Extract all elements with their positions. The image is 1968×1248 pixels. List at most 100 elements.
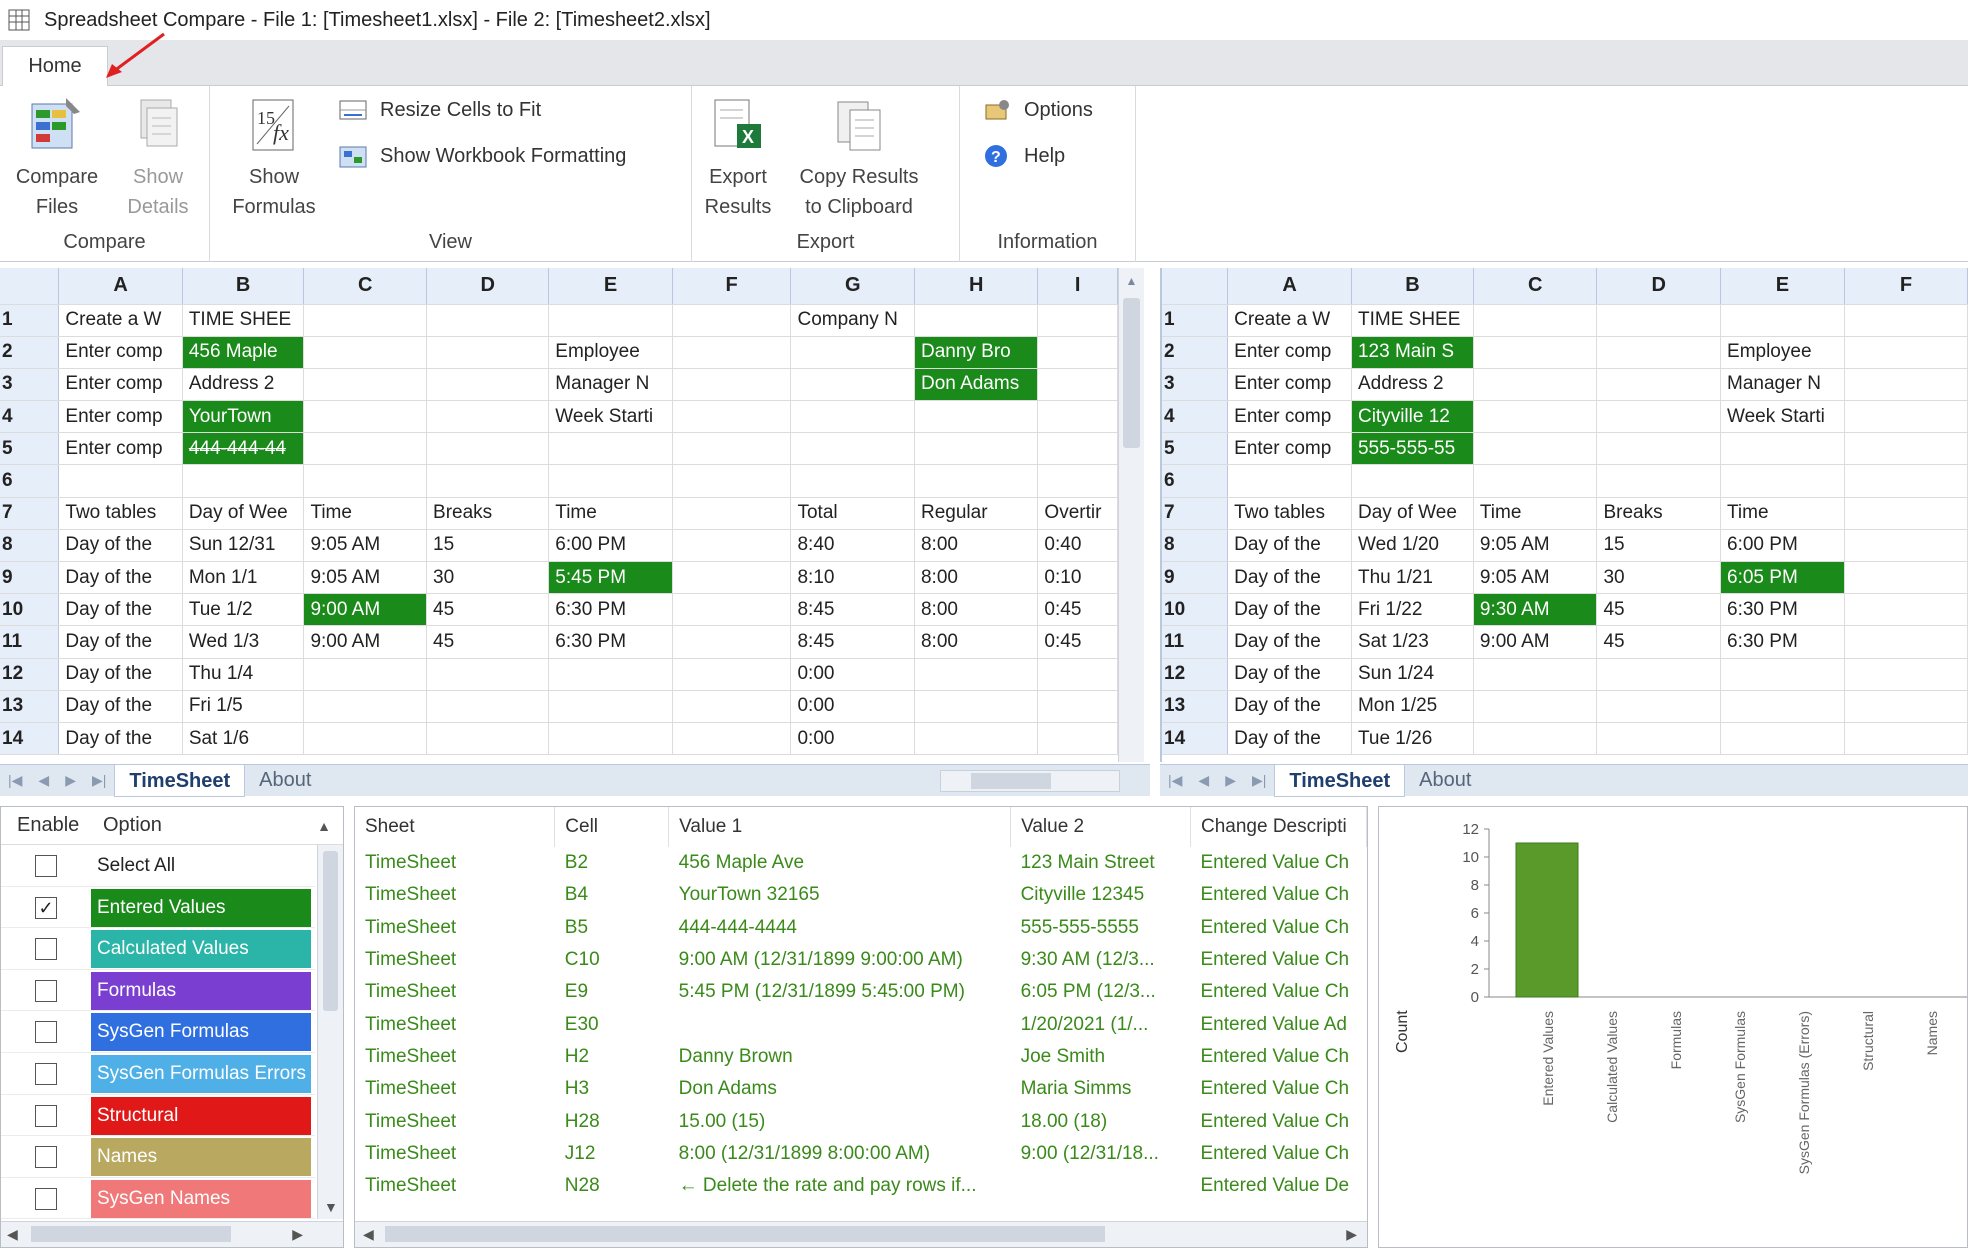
results-column-header[interactable]: Value 2 bbox=[1010, 807, 1191, 847]
cell-C5[interactable] bbox=[303, 432, 428, 466]
cell-B1[interactable]: TIME SHEE bbox=[182, 304, 305, 337]
cell-I13[interactable] bbox=[1037, 690, 1118, 723]
cell-B8[interactable]: Sun 12/31 bbox=[182, 529, 305, 563]
cell-C4[interactable] bbox=[303, 400, 428, 434]
cell-E5[interactable] bbox=[548, 432, 673, 466]
cell-A8[interactable]: Day of the bbox=[58, 529, 183, 563]
cell-E3[interactable]: Manager N bbox=[548, 368, 673, 402]
cell-B1[interactable]: TIME SHEE bbox=[1351, 304, 1474, 337]
row-number[interactable]: 12 bbox=[1162, 658, 1229, 691]
cell-C12[interactable] bbox=[303, 658, 428, 691]
option-label[interactable]: Structural bbox=[91, 1096, 311, 1135]
cell-H10[interactable]: 8:00 bbox=[914, 593, 1039, 627]
option-checkbox[interactable] bbox=[35, 979, 57, 1002]
row-number[interactable]: 5 bbox=[0, 432, 60, 466]
column-header-I[interactable]: I bbox=[1037, 268, 1118, 305]
cell-D10[interactable]: 45 bbox=[426, 593, 550, 627]
left-horizontal-scrollbar[interactable] bbox=[940, 769, 1120, 792]
results-column-header[interactable]: Sheet bbox=[355, 807, 556, 847]
option-label[interactable]: Select All bbox=[91, 847, 311, 885]
column-header-D[interactable]: D bbox=[1596, 268, 1722, 305]
cell-B5[interactable]: 555-555-55 bbox=[1351, 432, 1474, 466]
cell-B8[interactable]: Wed 1/20 bbox=[1351, 529, 1474, 563]
cell-C8[interactable]: 9:05 AM bbox=[1473, 529, 1598, 563]
option-label[interactable]: Formulas bbox=[91, 971, 311, 1010]
cell-D9[interactable]: 30 bbox=[1596, 561, 1722, 595]
cell-A14[interactable]: Day of the bbox=[1227, 722, 1352, 756]
cell-A8[interactable]: Day of the bbox=[1227, 529, 1352, 563]
cell-C3[interactable] bbox=[1473, 368, 1598, 402]
row-number[interactable]: 10 bbox=[0, 593, 60, 627]
scroll-thumb[interactable] bbox=[1123, 298, 1140, 448]
row-number[interactable]: 2 bbox=[0, 336, 60, 369]
cell-F13[interactable] bbox=[1844, 690, 1968, 723]
cell-D1[interactable] bbox=[426, 304, 550, 337]
row-number[interactable]: 6 bbox=[0, 464, 60, 498]
column-header-A[interactable]: A bbox=[58, 268, 183, 305]
cell-G4[interactable] bbox=[790, 400, 915, 434]
cell-B2[interactable]: 123 Main S bbox=[1351, 336, 1474, 369]
cell-H6[interactable] bbox=[914, 464, 1039, 498]
tab-timesheet-right[interactable]: TimeSheet bbox=[1274, 764, 1406, 797]
first-sheet-icon[interactable]: |◀ bbox=[8, 772, 22, 789]
cell-A9[interactable]: Day of the bbox=[58, 561, 183, 595]
cell-E14[interactable] bbox=[1720, 722, 1845, 756]
cell-I14[interactable] bbox=[1037, 722, 1118, 756]
cell-B9[interactable]: Mon 1/1 bbox=[182, 561, 305, 595]
cell-F12[interactable] bbox=[672, 658, 792, 691]
cell-A2[interactable]: Enter comp bbox=[58, 336, 183, 369]
cell-A12[interactable]: Day of the bbox=[1227, 658, 1352, 691]
cell-D13[interactable] bbox=[1596, 690, 1722, 723]
results-row[interactable]: TimeSheet E9 5:45 PM (12/31/1899 5:45:00 P… bbox=[355, 976, 1367, 1008]
results-column-header[interactable]: Change Descripti bbox=[1190, 807, 1367, 847]
cell-D1[interactable] bbox=[1596, 304, 1722, 337]
cell-I10[interactable]: 0:45 bbox=[1037, 593, 1118, 627]
cell-G6[interactable] bbox=[790, 464, 915, 498]
cell-C1[interactable] bbox=[303, 304, 428, 337]
options-vertical-scrollbar[interactable]: ▼ bbox=[317, 845, 343, 1219]
cell-H1[interactable] bbox=[914, 304, 1039, 337]
cell-F2[interactable] bbox=[672, 336, 792, 369]
cell-F9[interactable] bbox=[1844, 561, 1968, 595]
cell-H13[interactable] bbox=[914, 690, 1039, 723]
cell-B2[interactable]: 456 Maple bbox=[182, 336, 305, 369]
option-checkbox[interactable]: ✓ bbox=[35, 896, 57, 919]
prev-sheet-icon-right[interactable]: ◀ bbox=[1198, 772, 1209, 789]
scroll-down-icon[interactable]: ▼ bbox=[324, 1199, 338, 1215]
cell-G5[interactable] bbox=[790, 432, 915, 466]
row-number[interactable]: 7 bbox=[0, 497, 60, 530]
cell-D7[interactable]: Breaks bbox=[1596, 497, 1722, 530]
option-label[interactable]: SysGen Formulas Errors bbox=[91, 1054, 311, 1093]
cell-A12[interactable]: Day of the bbox=[58, 658, 183, 691]
show-formulas-button[interactable]: 15 fx Show Formulas bbox=[224, 94, 324, 222]
cell-H9[interactable]: 8:00 bbox=[914, 561, 1039, 595]
column-header-F[interactable]: F bbox=[1844, 268, 1968, 305]
cell-I11[interactable]: 0:45 bbox=[1037, 625, 1118, 659]
cell-H5[interactable] bbox=[914, 432, 1039, 466]
cell-E7[interactable]: Time bbox=[1720, 497, 1845, 530]
row-number[interactable]: 8 bbox=[0, 529, 60, 563]
cell-A9[interactable]: Day of the bbox=[1227, 561, 1352, 595]
cell-B14[interactable]: Sat 1/6 bbox=[182, 722, 305, 756]
cell-C7[interactable]: Time bbox=[1473, 497, 1598, 530]
results-row[interactable]: TimeSheet H28 15.00 (15) 18.00 (18) Entered … bbox=[355, 1105, 1367, 1137]
option-checkbox[interactable] bbox=[35, 1187, 57, 1210]
first-sheet-icon-right[interactable]: |◀ bbox=[1168, 772, 1182, 789]
cell-F14[interactable] bbox=[672, 722, 792, 756]
results-horizontal-scrollbar[interactable]: ◀ ▶ bbox=[355, 1221, 1367, 1247]
cell-B10[interactable]: Tue 1/2 bbox=[182, 593, 305, 627]
results-row[interactable]: TimeSheet B2 456 Maple Ave 123 Main Street E… bbox=[355, 847, 1367, 879]
cell-F1[interactable] bbox=[1844, 304, 1968, 337]
option-checkbox[interactable] bbox=[35, 938, 57, 961]
column-header-E[interactable]: E bbox=[1720, 268, 1845, 305]
column-header-C[interactable]: C bbox=[303, 268, 428, 305]
cell-E6[interactable] bbox=[548, 464, 673, 498]
row-number[interactable]: 13 bbox=[0, 690, 60, 723]
cell-I5[interactable] bbox=[1037, 432, 1118, 466]
column-header-E[interactable]: E bbox=[548, 268, 673, 305]
cell-B9[interactable]: Thu 1/21 bbox=[1351, 561, 1474, 595]
cell-C13[interactable] bbox=[303, 690, 428, 723]
column-header-D[interactable]: D bbox=[426, 268, 550, 305]
cell-C4[interactable] bbox=[1473, 400, 1598, 434]
cell-F3[interactable] bbox=[1844, 368, 1968, 402]
